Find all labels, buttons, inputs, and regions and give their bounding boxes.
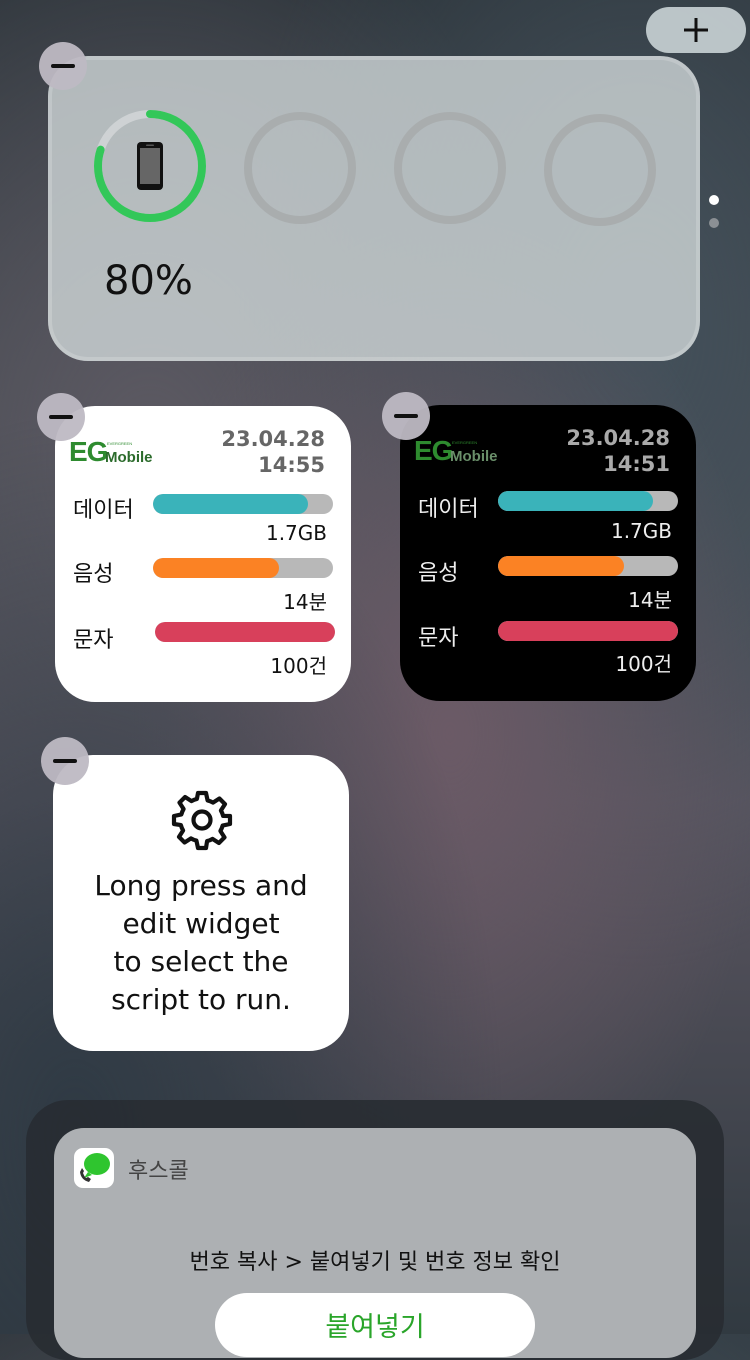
eg-mobile-logo: EG EVERGREEN Mobile [69,436,153,467]
data-usage-value: 1.7GB [265,521,327,545]
data-usage-bar [153,494,333,514]
remove-script-widget-button[interactable] [41,737,89,785]
paste-button-label: 붙여넣기 [325,1312,425,1343]
battery-ring-device [94,110,206,222]
sms-usage-value: 100건 [270,654,327,678]
sms-usage-value: 100건 [615,652,672,676]
battery-ring-empty [394,112,506,224]
script-widget-message: Long press and edit widget to select the… [94,869,308,1016]
voice-usage-value: 14분 [628,588,672,612]
whoscall-app-icon [74,1148,114,1188]
minus-icon [51,64,75,68]
battery-ring-empty [244,112,356,224]
sms-usage-bar [498,621,678,641]
whoscall-app-name: 후스콜 [128,1159,189,1184]
usage-date: 23.04.28 [566,426,670,450]
voice-usage-value: 14분 [283,590,327,614]
data-label: 데이터 [418,497,479,522]
remove-eg-widget-light-button[interactable] [37,393,85,441]
iphone-icon [137,142,163,190]
data-usage-value: 1.7GB [610,519,672,543]
page-dot[interactable] [709,218,719,228]
eg-mobile-widget-light[interactable]: EG EVERGREEN Mobile 23.04.28 14:55 데이터 1… [55,406,351,702]
remove-eg-widget-dark-button[interactable] [382,392,430,440]
usage-timestamp: 23.04.28 14:55 [221,426,325,478]
voice-label: 음성 [418,561,459,586]
plus-icon [684,18,708,42]
whoscall-description: 번호 복사 > 붙여넣기 및 번호 정보 확인 [189,1250,561,1275]
page-dot-active[interactable] [709,195,719,205]
data-usage-bar [498,491,678,511]
eg-mobile-widget-dark[interactable]: EG EVERGREEN Mobile 23.04.28 14:51 데이터 1… [400,405,696,701]
voice-usage-bar [498,556,678,576]
sms-usage-bar [155,622,335,642]
paste-button[interactable]: 붙여넣기 [215,1293,535,1357]
script-widget[interactable]: Long press and edit widget to select the… [53,755,349,1051]
usage-time: 14:55 [258,453,325,477]
minus-icon [49,415,73,419]
voice-usage-bar [153,558,333,578]
sms-label: 문자 [73,628,114,653]
eg-mobile-logo: EG EVERGREEN Mobile [414,435,498,466]
usage-time: 14:51 [603,452,670,476]
usage-date: 23.04.28 [221,427,325,451]
battery-percent: 80% [104,258,193,304]
voice-label: 음성 [73,562,114,587]
battery-ring-empty [544,114,656,226]
minus-icon [53,759,77,763]
add-widget-button[interactable] [646,7,746,53]
sms-label: 문자 [418,626,459,651]
usage-timestamp: 23.04.28 14:51 [566,425,670,477]
data-label: 데이터 [73,498,134,523]
remove-batteries-widget-button[interactable] [39,42,87,90]
gear-icon [171,790,233,851]
minus-icon [394,414,418,418]
